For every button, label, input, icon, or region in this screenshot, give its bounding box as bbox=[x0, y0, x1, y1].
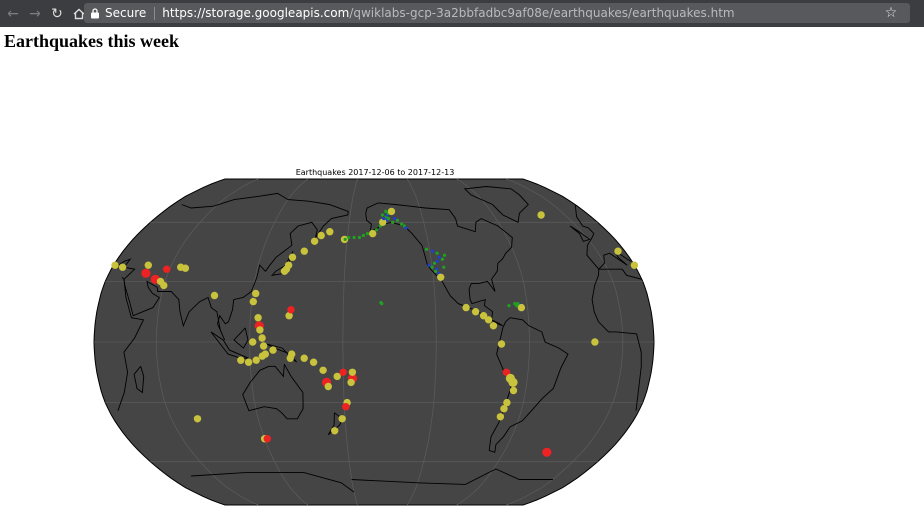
earthquake-marker bbox=[395, 218, 399, 222]
earthquake-marker bbox=[462, 303, 470, 312]
earthquake-marker bbox=[361, 233, 365, 238]
earthquake-marker bbox=[537, 211, 545, 219]
earthquake-marker bbox=[244, 358, 253, 366]
earthquake-marker bbox=[500, 405, 508, 413]
earthquake-marker bbox=[331, 427, 339, 435]
earthquake-marker bbox=[333, 372, 341, 381]
earthquake-marker bbox=[442, 253, 447, 257]
earthquake-marker bbox=[393, 217, 397, 221]
earthquake-marker bbox=[614, 247, 622, 255]
earthquake-marker bbox=[300, 247, 308, 255]
earthquake-marker bbox=[471, 308, 480, 316]
earthquake-marker bbox=[509, 386, 518, 395]
earthquake-marker bbox=[484, 316, 493, 324]
earthquake-marker bbox=[369, 229, 377, 238]
earthquake-marker bbox=[435, 251, 439, 255]
earthquake-marker bbox=[263, 435, 271, 443]
earthquake-marker bbox=[591, 338, 599, 346]
earthquake-marker bbox=[258, 352, 266, 360]
earthquake-marker bbox=[309, 358, 318, 366]
earthquake-marker bbox=[489, 322, 498, 330]
earthquake-marker bbox=[300, 354, 308, 362]
earthquake-marker bbox=[434, 269, 438, 273]
earthquake-marker bbox=[442, 265, 446, 269]
earthquake-marker bbox=[193, 415, 202, 423]
earthquake-marker bbox=[338, 415, 346, 423]
earthquake-marker bbox=[542, 447, 552, 457]
earthquake-marker bbox=[513, 302, 517, 306]
earthquake-marker bbox=[254, 314, 262, 322]
earthquake-marker bbox=[210, 291, 219, 300]
earthquake-marker bbox=[508, 377, 518, 387]
earthquake-marker bbox=[259, 342, 268, 350]
earthquake-marker bbox=[387, 207, 396, 216]
earthquake-marker bbox=[249, 338, 257, 346]
earthquake-marker bbox=[280, 267, 289, 275]
earthquake-marker bbox=[347, 235, 351, 240]
earthquake-marker bbox=[431, 249, 435, 253]
earthquake-map bbox=[93, 178, 655, 506]
earthquake-marker bbox=[326, 228, 334, 236]
earthquake-marker bbox=[437, 255, 441, 259]
earthquake-marker bbox=[382, 217, 386, 221]
earthquake-marker bbox=[380, 213, 384, 217]
earthquake-marker bbox=[357, 235, 361, 240]
earthquake-marker bbox=[365, 232, 370, 236]
earthquake-marker bbox=[391, 220, 395, 224]
earthquake-marker bbox=[379, 301, 383, 305]
earthquake-marker bbox=[430, 265, 434, 269]
earthquake-marker bbox=[163, 265, 171, 273]
earthquake-marker bbox=[348, 368, 357, 376]
earthquake-marker bbox=[144, 261, 152, 269]
earthquake-marker bbox=[384, 209, 388, 213]
earthquake-marker bbox=[269, 346, 277, 354]
earthquake-marker bbox=[347, 378, 355, 387]
earthquake-marker bbox=[319, 366, 327, 374]
earthquake-marker bbox=[160, 281, 168, 290]
earthquake-marker bbox=[517, 303, 526, 312]
earthquake-marker bbox=[440, 257, 444, 261]
earthquake-marker bbox=[252, 289, 260, 298]
earthquake-marker bbox=[425, 247, 429, 251]
earthquake-marker bbox=[286, 354, 294, 362]
earthquake-marker bbox=[177, 263, 185, 271]
earthquake-marker bbox=[118, 263, 127, 271]
earthquake-marker bbox=[404, 226, 408, 230]
earthquake-marker bbox=[516, 302, 520, 306]
earthquake-marker bbox=[324, 382, 332, 391]
earthquake-marker bbox=[375, 228, 379, 232]
earthquake-marker bbox=[432, 261, 437, 265]
earthquake-marker bbox=[435, 259, 439, 263]
earthquake-marker bbox=[343, 237, 347, 241]
earthquake-marker bbox=[256, 326, 264, 334]
earthquake-marker bbox=[507, 304, 511, 308]
earthquake-marker bbox=[630, 261, 639, 269]
earthquake-marker bbox=[496, 413, 505, 421]
earthquake-marker bbox=[237, 356, 245, 364]
earthquake-marker bbox=[287, 306, 295, 314]
earthquake-marker bbox=[252, 356, 260, 364]
earthquake-marker bbox=[111, 261, 119, 269]
earthquake-marker bbox=[437, 273, 445, 281]
earthquake-marker bbox=[141, 268, 151, 278]
earthquake-marker bbox=[249, 297, 257, 306]
earthquake-marker bbox=[427, 263, 431, 267]
earthquake-marker bbox=[497, 340, 506, 348]
earthquake-marker bbox=[342, 403, 350, 411]
earthquake-marker bbox=[288, 253, 297, 261]
earthquake-marker bbox=[310, 237, 319, 245]
earthquake-marker bbox=[339, 368, 347, 376]
earthquake-marker bbox=[400, 222, 404, 226]
earthquake-marker bbox=[317, 231, 325, 240]
earthquake-marker bbox=[258, 334, 266, 342]
earthquake-marker bbox=[352, 235, 356, 240]
